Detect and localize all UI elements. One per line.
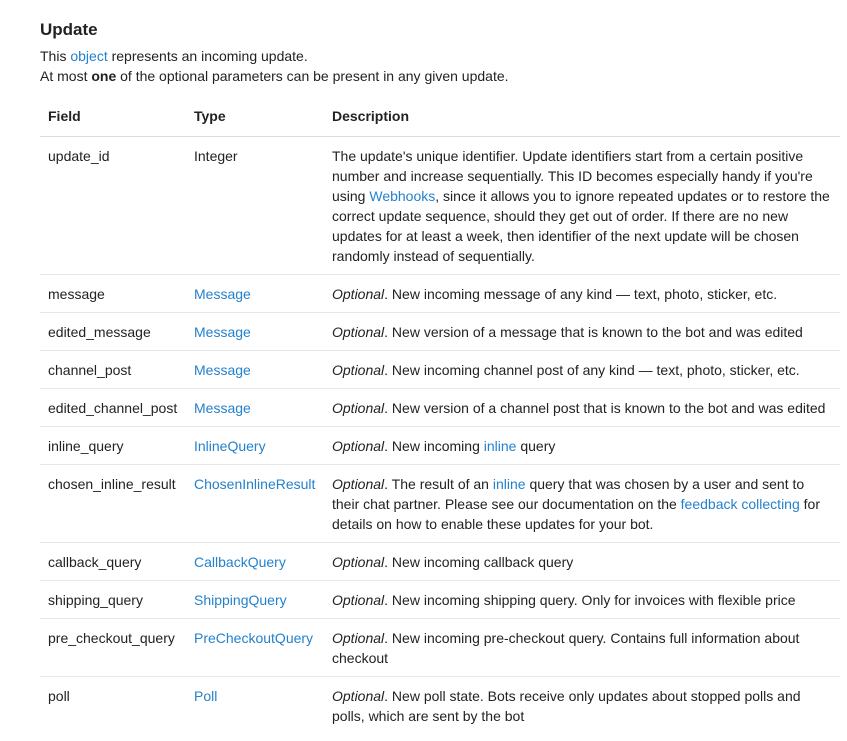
field-name-cell: channel_post <box>40 350 186 389</box>
field-type-cell: Message <box>186 388 324 427</box>
field-type-cell: Message <box>186 274 324 313</box>
field-name-cell: pre_checkout_query <box>40 618 186 677</box>
field-name-cell: chosen_inline_result <box>40 464 186 543</box>
type-link[interactable]: Message <box>194 324 251 340</box>
table-row: edited_channel_post Message Optional. New … <box>40 388 840 427</box>
description-link[interactable]: feedback collecting <box>681 496 800 512</box>
description-text: . New incoming <box>384 438 484 454</box>
field-type-cell: Message <box>186 312 324 351</box>
description-text: . New poll state. Bots receive only upda… <box>332 688 801 724</box>
intro-line-2: At most one of the optional parameters c… <box>40 66 847 86</box>
field-type-cell: PreCheckoutQuery <box>186 618 324 677</box>
type-link[interactable]: Poll <box>194 688 217 704</box>
table-body: update_id Integer The update's unique iden… <box>40 136 840 735</box>
type-link[interactable]: PreCheckoutQuery <box>194 630 313 646</box>
optional-label: Optional <box>332 286 385 302</box>
field-description-cell: The update's unique identifier. Update i… <box>324 136 840 275</box>
optional-label: Optional <box>332 592 385 608</box>
field-description-cell: Optional. New incoming message of any ki… <box>324 274 840 313</box>
description-text: . New incoming callback query <box>384 554 574 570</box>
field-description-cell: Optional. New incoming inline query <box>324 426 840 465</box>
field-name-cell: message <box>40 274 186 313</box>
field-type-cell: CallbackQuery <box>186 542 324 581</box>
intro-line-1-before: This <box>40 48 71 64</box>
header-type: Type <box>186 98 324 137</box>
intro-line-2-after: of the optional parameters can be presen… <box>116 68 509 84</box>
field-name-cell: edited_channel_post <box>40 388 186 427</box>
description-text: . New version of a channel post that is … <box>384 400 826 416</box>
fields-table: Field Type Description update_id Integer T… <box>40 98 840 734</box>
field-description-cell: Optional. New incoming pre-checkout quer… <box>324 618 840 677</box>
field-type-cell: Message <box>186 350 324 389</box>
table-row: shipping_query ShippingQuery Optional. New… <box>40 580 840 619</box>
table-row: inline_query InlineQuery Optional. New inc… <box>40 426 840 465</box>
optional-label: Optional <box>332 324 385 340</box>
field-name-cell: callback_query <box>40 542 186 581</box>
type-text: Integer <box>194 148 238 164</box>
description-link[interactable]: inline <box>493 476 526 492</box>
table-header-row: Field Type Description <box>40 98 840 137</box>
description-link[interactable]: Webhooks <box>369 188 435 204</box>
type-link[interactable]: ShippingQuery <box>194 592 287 608</box>
field-name-cell: inline_query <box>40 426 186 465</box>
header-description: Description <box>324 98 840 137</box>
field-description-cell: Optional. New incoming callback query <box>324 542 840 581</box>
field-description-cell: Optional. New poll state. Bots receive o… <box>324 677 840 735</box>
type-link[interactable]: Message <box>194 362 251 378</box>
optional-label: Optional <box>332 362 385 378</box>
field-name-cell: poll <box>48 688 70 704</box>
description-text: . New incoming pre-checkout query. Conta… <box>332 630 800 666</box>
table-row: message Message Optional. New incoming mes… <box>40 274 840 313</box>
table-row: channel_post Message Optional. New incomin… <box>40 350 840 389</box>
optional-label: Optional <box>332 476 385 492</box>
intro-line-2-bold: one <box>91 68 117 84</box>
optional-label: Optional <box>332 554 385 570</box>
field-type-cell: Poll <box>186 677 324 735</box>
type-link[interactable]: ChosenInlineResult <box>194 476 315 492</box>
header-field: Field <box>40 98 186 137</box>
field-description-cell: Optional. New version of a channel post … <box>324 388 840 427</box>
field-name-cell: edited_message <box>40 312 186 351</box>
field-description-cell: Optional. The result of an inline query … <box>324 464 840 543</box>
description-text: . New incoming message of any kind — tex… <box>384 286 778 302</box>
page-title: Update <box>40 20 98 39</box>
description-text: . New version of a message that is known… <box>384 324 803 340</box>
field-type-cell: InlineQuery <box>186 426 324 465</box>
optional-label: Optional <box>332 630 385 646</box>
table-row: chosen_inline_result ChosenInlineResult Op… <box>40 464 840 543</box>
description-text: . The result of an <box>384 476 493 492</box>
field-name-cell: update_id <box>40 136 186 275</box>
field-name-cell: shipping_query <box>40 580 186 619</box>
description-text: . New incoming channel post of any kind … <box>384 362 800 378</box>
optional-label: Optional <box>332 438 385 454</box>
table-row: update_id Integer The update's unique iden… <box>40 136 840 275</box>
optional-label: Optional <box>332 688 385 704</box>
type-link[interactable]: InlineQuery <box>194 438 266 454</box>
table-row: callback_query CallbackQuery Optional. New… <box>40 542 840 581</box>
type-link[interactable]: Message <box>194 286 251 302</box>
table-row: poll Poll Optional. New poll state. Bots r… <box>40 677 840 735</box>
page: Update This object represents an incomin… <box>0 0 847 734</box>
object-link[interactable]: object <box>70 48 107 64</box>
optional-label: Optional <box>332 400 385 416</box>
type-link[interactable]: CallbackQuery <box>194 554 286 570</box>
description-text: query <box>516 438 556 454</box>
type-link[interactable]: Message <box>194 400 251 416</box>
description-link[interactable]: inline <box>484 438 517 454</box>
field-type-cell: Integer <box>186 136 324 275</box>
table-row: edited_message Message Optional. New versi… <box>40 312 840 351</box>
table-row: pre_checkout_query PreCheckoutQuery Option… <box>40 618 840 677</box>
field-type-cell: ChosenInlineResult <box>186 464 324 543</box>
description-text: . New incoming shipping query. Only for … <box>384 592 796 608</box>
field-description-cell: Optional. New incoming channel post of a… <box>324 350 840 389</box>
intro: This object represents an incoming updat… <box>40 46 847 86</box>
field-description-cell: Optional. New incoming shipping query. O… <box>324 580 840 619</box>
field-description-cell: Optional. New version of a message that … <box>324 312 840 351</box>
intro-line-1-after: represents an incoming update. <box>107 48 308 64</box>
field-type-cell: ShippingQuery <box>186 580 324 619</box>
intro-line-1: This object represents an incoming updat… <box>40 46 847 66</box>
intro-line-2-before: At most <box>40 68 92 84</box>
